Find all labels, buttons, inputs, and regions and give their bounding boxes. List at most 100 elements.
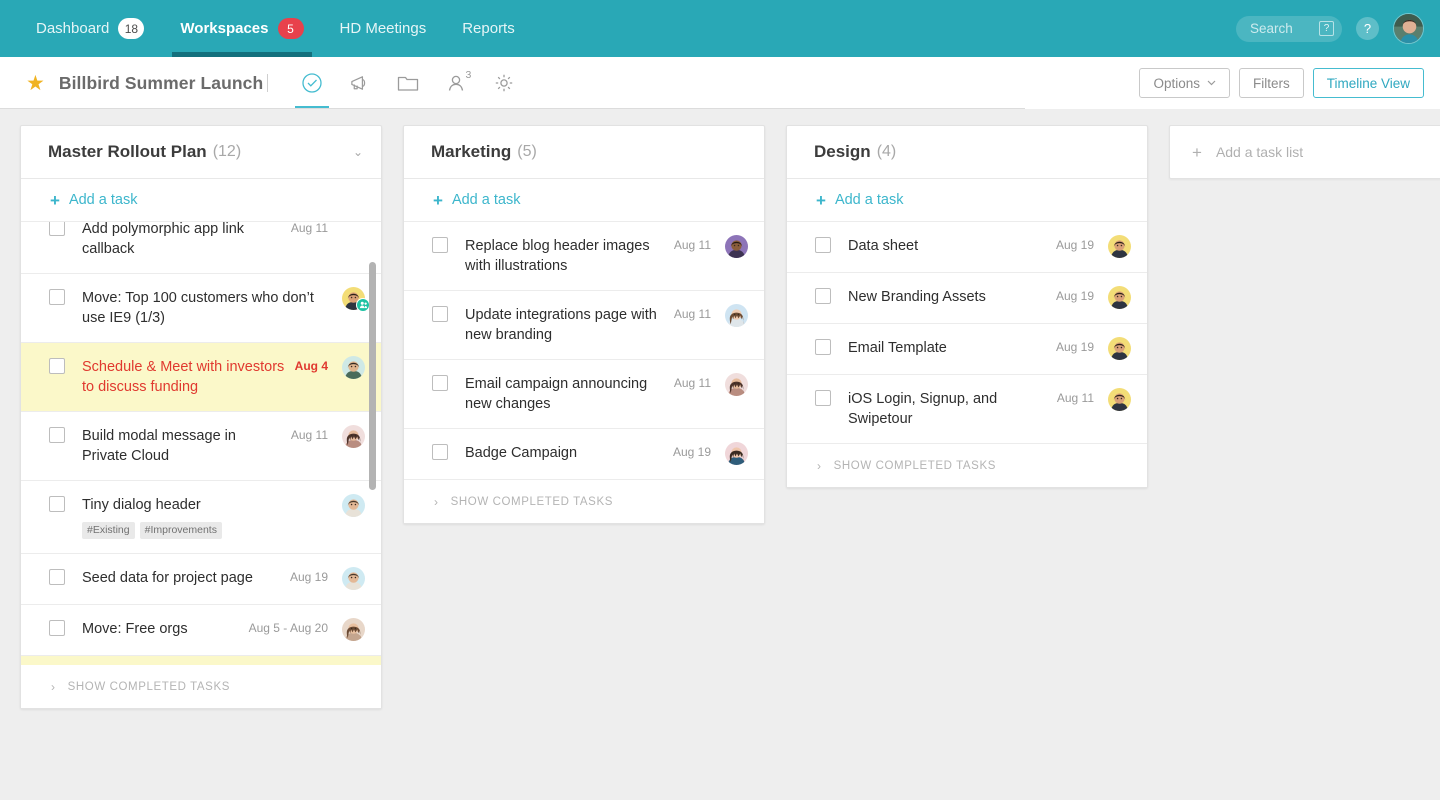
task-content: Move: Free orgs	[65, 619, 249, 639]
task-tag[interactable]: #Improvements	[140, 522, 222, 539]
task-row[interactable]: Email campaign announcing new changesAug…	[404, 360, 764, 429]
task-checkbox[interactable]	[49, 620, 65, 636]
task-checkbox[interactable]	[49, 569, 65, 585]
task-title: Seed data for project page	[82, 568, 282, 588]
add-task-button[interactable]: +Add a task	[404, 179, 764, 222]
task-checkbox[interactable]	[49, 358, 65, 374]
task-row[interactable]: Data sheetAug 19	[787, 222, 1147, 273]
task-due-date[interactable]: Aug 19	[1056, 289, 1094, 303]
task-checkbox[interactable]	[432, 444, 448, 460]
task-due-date[interactable]: Aug 11	[674, 238, 711, 252]
task-content: Replace blog header images with illustra…	[448, 236, 674, 276]
task-assignee[interactable]	[342, 287, 365, 310]
task-due-date[interactable]: Aug 11	[1057, 391, 1094, 405]
task-row[interactable]: Badge Campaign Aug 19	[404, 429, 764, 480]
task-row[interactable]: Replace blog header images with illustra…	[404, 222, 764, 291]
task-assignee[interactable]	[1108, 337, 1131, 360]
task-due-date[interactable]: Aug 19	[290, 570, 328, 584]
task-assignee[interactable]	[342, 425, 365, 448]
task-assignee[interactable]	[342, 567, 365, 590]
task-title: iOS Login, Signup, and Swipetour	[848, 389, 1049, 429]
task-assignee[interactable]	[725, 304, 748, 327]
task-due-date[interactable]: Aug 5 - Aug 20	[249, 621, 328, 635]
task-list-scrollbar[interactable]	[369, 262, 376, 490]
add-task-list-button[interactable]: +Add a task list	[1169, 125, 1440, 179]
task-title: Tiny dialog header	[82, 495, 320, 515]
task-due-date[interactable]: Aug 11	[291, 222, 328, 235]
timeline-view-button[interactable]: Timeline View	[1313, 68, 1424, 98]
task-checkbox[interactable]	[815, 339, 831, 355]
task-checkbox[interactable]	[49, 289, 65, 305]
task-due-date[interactable]: Aug 11	[674, 307, 711, 321]
megaphone-icon[interactable]	[336, 57, 384, 109]
task-row[interactable]: Seed data for project page Aug 19	[21, 554, 381, 605]
task-tags: #Existing #Improvements	[82, 522, 320, 539]
chevron-right-icon: ›	[434, 495, 439, 509]
add-task-label: Add a task	[69, 192, 138, 208]
gear-icon[interactable]	[480, 57, 528, 109]
task-row[interactable]: iOS Login, Signup, and Swipetour Aug 11	[787, 375, 1147, 444]
help-icon[interactable]: ?	[1356, 17, 1379, 40]
nav-item-workspaces[interactable]: Workspaces5	[162, 0, 321, 57]
task-due-date[interactable]: Aug 19	[673, 445, 711, 459]
task-row[interactable]: Add polymorphic app link callbackAug 11	[21, 222, 381, 274]
add-task-button[interactable]: +Add a task	[21, 179, 381, 222]
task-content: New Branding Assets	[831, 287, 1056, 307]
task-due-date[interactable]: Aug 4	[295, 359, 328, 373]
avatar	[725, 304, 748, 327]
task-due-date[interactable]: Aug 11	[674, 376, 711, 390]
task-row[interactable]: Update integrations page with new brandi…	[404, 291, 764, 360]
task-row[interactable]: New Branding AssetsAug 19	[787, 273, 1147, 324]
nav-item-hd-meetings[interactable]: HD Meetings	[322, 0, 445, 57]
task-assignee[interactable]	[1108, 286, 1131, 309]
task-checkbox[interactable]	[815, 237, 831, 253]
task-checkbox[interactable]	[49, 496, 65, 512]
avatar	[1108, 235, 1131, 258]
task-due-date[interactable]: Aug 11	[291, 428, 328, 442]
task-due-date[interactable]: Aug 19	[1056, 340, 1094, 354]
task-assignee[interactable]	[342, 222, 365, 241]
task-checkbox[interactable]	[815, 390, 831, 406]
task-assignee[interactable]	[342, 494, 365, 517]
task-assignee[interactable]	[725, 442, 748, 465]
show-completed-tasks-button[interactable]: ›SHOW COMPLETED TASKS	[21, 665, 381, 708]
task-checkbox[interactable]	[49, 427, 65, 443]
show-completed-tasks-button[interactable]: ›SHOW COMPLETED TASKS	[404, 480, 764, 523]
filters-button[interactable]: Filters	[1239, 68, 1304, 98]
options-button[interactable]: Options	[1139, 68, 1230, 98]
task-assignee[interactable]	[1108, 388, 1131, 411]
task-checkbox[interactable]	[815, 288, 831, 304]
folder-icon[interactable]	[384, 57, 432, 109]
people-icon[interactable]: 3	[432, 57, 480, 109]
task-row[interactable]: Move: Free orgsAug 5 - Aug 20	[21, 605, 381, 656]
task-assignee[interactable]	[342, 618, 365, 641]
task-row[interactable]: Analyst briefing1 subtasks assigned to y…	[21, 656, 381, 665]
user-avatar[interactable]	[1393, 13, 1424, 44]
star-icon[interactable]: ★	[26, 73, 45, 94]
task-row[interactable]: Email TemplateAug 19	[787, 324, 1147, 375]
task-checkbox[interactable]	[432, 237, 448, 253]
nav-item-dashboard[interactable]: Dashboard18	[18, 0, 162, 57]
task-assignee[interactable]	[342, 356, 365, 379]
task-row[interactable]: Move: Top 100 customers who don’t use IE…	[21, 274, 381, 343]
task-title: Badge Campaign	[465, 443, 665, 463]
task-row[interactable]: Tiny dialog header #Existing #Improvements	[21, 481, 381, 554]
task-assignee[interactable]	[725, 373, 748, 396]
search-input[interactable]: Search ?	[1236, 16, 1342, 42]
chevron-down-icon[interactable]: ⌄	[353, 145, 363, 159]
task-row[interactable]: Schedule & Meet with investors to discus…	[21, 343, 381, 412]
show-completed-tasks-button[interactable]: ›SHOW COMPLETED TASKS	[787, 444, 1147, 487]
task-due-date[interactable]: Aug 19	[1056, 238, 1094, 252]
nav-item-reports[interactable]: Reports	[444, 0, 533, 57]
task-checkbox[interactable]	[49, 222, 65, 236]
task-checkbox[interactable]	[432, 306, 448, 322]
task-title: Build modal message in Private Cloud	[82, 426, 283, 466]
add-task-button[interactable]: +Add a task	[787, 179, 1147, 222]
task-content: Schedule & Meet with investors to discus…	[65, 357, 295, 397]
task-assignee[interactable]	[725, 235, 748, 258]
task-tag[interactable]: #Existing	[82, 522, 135, 539]
task-row[interactable]: Build modal message in Private Cloud Aug …	[21, 412, 381, 481]
tasks-check-icon[interactable]	[288, 57, 336, 109]
task-assignee[interactable]	[1108, 235, 1131, 258]
task-checkbox[interactable]	[432, 375, 448, 391]
